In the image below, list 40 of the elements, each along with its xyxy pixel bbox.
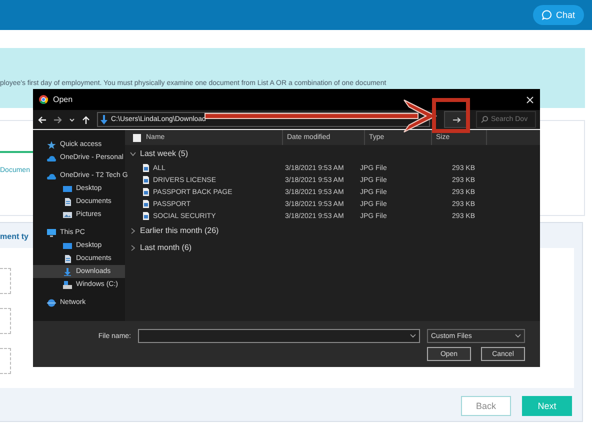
cloud-icon [47,154,56,162]
image-file-icon [143,200,149,208]
group-heading[interactable]: Earlier this month (26) [140,226,219,235]
image-file-icon [143,188,149,196]
search-icon [481,116,488,123]
network-icon [47,298,56,306]
monitor-icon [63,242,72,250]
group-heading[interactable]: Last week (5) [140,149,188,158]
caret-icon [515,334,521,338]
document-icon [63,254,72,262]
image-file-icon [143,212,149,220]
chevron-right-icon[interactable] [130,228,136,234]
back-icon[interactable] [37,114,47,124]
annotation-frame [432,98,470,133]
arrow-right-icon [453,116,461,122]
document-icon [63,198,72,206]
drive-icon [63,280,72,288]
forward-icon[interactable] [53,114,63,124]
group-heading[interactable]: Last month (6) [140,243,192,252]
chat-icon [542,10,552,20]
download-icon [63,268,72,276]
image-file-icon [143,164,149,172]
download-icon [100,114,108,124]
logo-icon [39,95,48,104]
back-button[interactable]: Back [461,396,511,416]
close-icon[interactable] [526,96,534,104]
up-icon[interactable] [81,114,91,124]
cloud-icon [47,172,56,180]
dialog-title: Open [53,95,74,104]
section-heading: ment ty [0,232,28,243]
monitor-icon [63,184,72,192]
computer-icon [47,228,56,236]
picture-icon [63,210,72,218]
star-icon [47,140,56,148]
select-all-checkbox[interactable] [133,134,141,142]
file-name-field[interactable] [138,329,420,343]
chevron-down-icon[interactable] [130,150,136,156]
caret-icon [410,334,416,338]
chevron-right-icon[interactable] [130,244,136,250]
image-file-icon [143,176,149,184]
